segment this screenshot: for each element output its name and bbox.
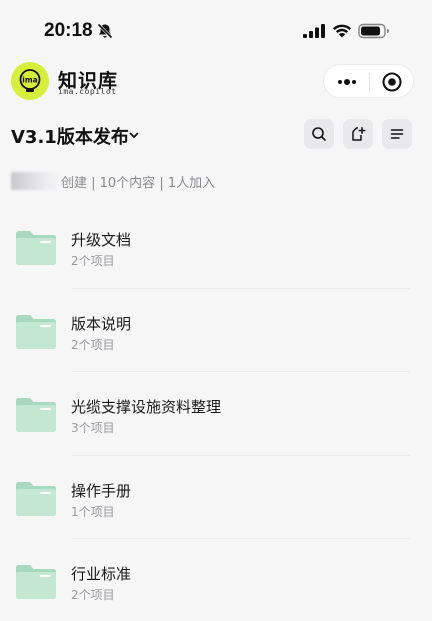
- battery-icon: [358, 23, 389, 39]
- bell-off-icon: [97, 23, 113, 39]
- more-icon[interactable]: [336, 75, 358, 89]
- add-file-button[interactable]: [343, 119, 373, 149]
- folder-icon: [16, 565, 56, 599]
- capsule-divider: [369, 73, 370, 91]
- folder-item[interactable]: 版本说明 2个项目: [0, 289, 432, 372]
- kb-title[interactable]: V3.1版本发布: [11, 123, 129, 149]
- folder-name: 操作手册: [71, 481, 132, 500]
- folder-name: 版本说明: [71, 314, 132, 333]
- status-bar: 20:18: [0, 0, 432, 56]
- folder-count: 3个项目: [71, 421, 115, 435]
- search-icon: [312, 127, 326, 141]
- folder-icon: [16, 231, 56, 265]
- kb-title-row: V3.1版本发布: [0, 117, 432, 153]
- folder-name: 光缆支撑设施资料整理: [71, 398, 222, 416]
- search-button[interactable]: [304, 119, 334, 149]
- app-logo: ima: [11, 62, 49, 100]
- add-file-icon: [352, 127, 366, 141]
- folder-count: 2个项目: [71, 588, 115, 602]
- signal-icon: [303, 24, 325, 38]
- folder-name: 升级文档: [71, 231, 132, 249]
- folder-name: 行业标准: [71, 565, 132, 583]
- folder-item[interactable]: 升级文档 2个项目: [0, 205, 432, 289]
- folder-icon: [16, 481, 56, 516]
- chevron-down-icon[interactable]: [126, 127, 142, 143]
- folder-list: 升级文档 2个项目 版本说明 2个项目 光缆支撑设施资料整理 3个项目 操作手册…: [0, 205, 432, 621]
- logo-bulb-icon: ima: [19, 69, 41, 92]
- status-time: 20:18: [44, 20, 93, 41]
- app-subtitle: ima.copilot: [58, 87, 117, 96]
- app-header: ima 知识库 ima.copilot: [0, 60, 432, 104]
- folder-item[interactable]: 光缆支撑设施资料整理 3个项目: [0, 372, 432, 456]
- folder-count: 2个项目: [71, 254, 115, 268]
- kb-meta-text: 创建 | 10个内容 | 1人加入: [61, 176, 216, 191]
- target-icon[interactable]: [381, 71, 403, 93]
- menu-icon: [390, 129, 404, 139]
- kb-meta: 创建 | 10个内容 | 1人加入: [11, 170, 411, 191]
- creator-name-blurred: [11, 172, 61, 190]
- folder-icon: [16, 398, 56, 432]
- folder-count: 1个项目: [71, 504, 115, 519]
- wifi-icon: [332, 24, 352, 38]
- logo-text: ima: [22, 76, 37, 85]
- mini-program-capsule: [323, 64, 414, 98]
- folder-icon: [16, 314, 56, 349]
- folder-count: 2个项目: [71, 337, 115, 352]
- menu-button[interactable]: [382, 119, 412, 149]
- folder-item[interactable]: 行业标准 2个项目: [0, 539, 432, 621]
- folder-item[interactable]: 操作手册 1个项目: [0, 456, 432, 539]
